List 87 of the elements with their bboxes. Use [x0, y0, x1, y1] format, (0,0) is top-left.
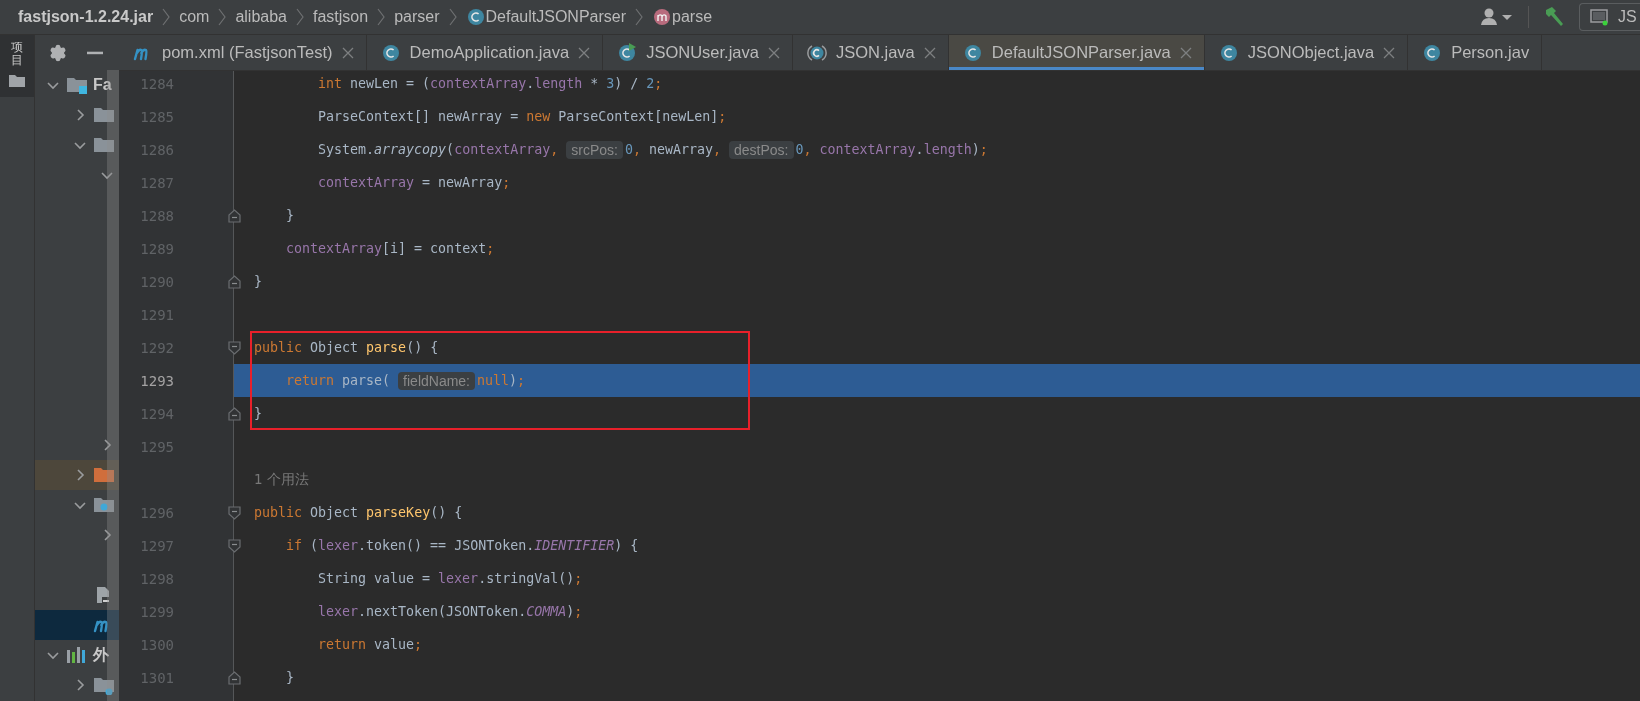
fold-end-marker-icon[interactable]: [228, 275, 241, 289]
fold-end-marker-icon[interactable]: [228, 209, 241, 223]
fold-end-marker-icon[interactable]: [228, 671, 241, 685]
tab-label[interactable]: JSON.java: [835, 43, 915, 62]
code-line: }: [254, 406, 262, 421]
class-icon: [962, 42, 983, 63]
breadcrumb-item[interactable]: alibaba: [235, 8, 287, 26]
library-icon: [66, 645, 88, 665]
chevron-right-icon: [448, 8, 457, 26]
fold-marker-icon[interactable]: [228, 539, 241, 553]
folder-icon: [93, 135, 115, 155]
chevron-right-icon: [162, 8, 171, 26]
breadcrumb-item[interactable]: parse: [672, 8, 713, 26]
tab-label[interactable]: DefaultJSONParser.java: [991, 43, 1171, 62]
class-icon: [1218, 42, 1239, 63]
breadcrumb-item[interactable]: com: [179, 8, 210, 26]
folder-icon: [93, 105, 115, 125]
project-tool-button[interactable]: 项目: [0, 35, 34, 98]
code-line: contextArray[i] = context;: [286, 241, 495, 256]
editor-tab[interactable]: pom.xml (FastjsonTest): [119, 35, 367, 70]
code-line: System.arraycopy(contextArray, srcPos: 0, newArray, destPos: 0, contextArray.length);: [318, 140, 988, 159]
line-number: 1293: [140, 372, 174, 389]
tab-label[interactable]: JSONUser.java: [646, 43, 759, 62]
editor-tab[interactable]: DefaultJSONParser.java: [948, 35, 1205, 70]
code-line: ParseContext[] newArray = new ParseContext[newLen];: [318, 109, 727, 124]
close-icon[interactable]: [1179, 46, 1192, 59]
user-icon[interactable]: [1480, 7, 1514, 27]
breadcrumb-item[interactable]: DefaultJSONParser: [485, 8, 626, 26]
chevron-right-icon: [218, 8, 227, 26]
tree-row[interactable]: [35, 610, 119, 640]
monitor-icon: [1590, 8, 1608, 26]
tree-item-label[interactable]: 外: [93, 644, 109, 666]
tree-row[interactable]: [35, 460, 119, 490]
editor-tab[interactable]: DemoApplication.java: [366, 35, 604, 70]
chevron-right-icon: [377, 8, 386, 26]
folder-icon: [93, 465, 115, 485]
close-icon[interactable]: [578, 46, 591, 59]
code-line: public Object parse() {: [254, 340, 439, 355]
class-icon: [380, 42, 401, 63]
editor-tab[interactable]: Person.jav: [1408, 35, 1543, 70]
fold-marker-icon[interactable]: [228, 506, 241, 520]
folder-icon: [93, 675, 115, 695]
breadcrumb-item[interactable]: parser: [394, 8, 440, 26]
folder-icon: [93, 495, 115, 515]
editor-tab[interactable]: JSON.java: [792, 35, 949, 70]
hammer-icon[interactable]: [1543, 6, 1565, 28]
module-folder-icon: [66, 75, 88, 95]
tree-item-label[interactable]: Fa: [93, 76, 112, 94]
class-run-icon: [617, 42, 638, 63]
minimize-icon[interactable]: [87, 50, 103, 55]
code-line: String value = lexer.stringVal();: [318, 571, 583, 586]
code-line: public Object parseKey() {: [254, 505, 463, 520]
class-icon: [1422, 42, 1443, 63]
tab-label[interactable]: DemoApplication.java: [409, 43, 570, 62]
folder-icon: [8, 73, 26, 90]
fold-marker-icon[interactable]: [228, 341, 241, 355]
close-icon[interactable]: [923, 46, 936, 59]
close-icon[interactable]: [1383, 46, 1396, 59]
close-icon[interactable]: [767, 46, 780, 59]
editor-tab[interactable]: JSONObject.java: [1204, 35, 1409, 70]
settings-icon[interactable]: [49, 43, 67, 62]
code-editor[interactable]: [119, 71, 1640, 701]
breadcrumb-item[interactable]: fastjson-1.2.24.jar: [18, 8, 154, 26]
code-line: return parse( fieldName: null);: [286, 371, 526, 390]
code-line: }: [286, 208, 294, 223]
class-icon: [465, 7, 486, 27]
editor-tab[interactable]: JSONUser.java: [603, 35, 793, 70]
code-line: int newLen = (contextArray.length * 3) / 2;: [318, 76, 663, 91]
tab-label[interactable]: Person.jav: [1451, 43, 1530, 62]
chevron-right-icon: [635, 8, 643, 26]
fold-end-marker-icon[interactable]: [228, 407, 241, 421]
method-icon: [652, 7, 672, 27]
usages-hint[interactable]: 1 个用法: [254, 470, 309, 489]
code-line: contextArray = newArray;: [318, 175, 511, 190]
tree-row[interactable]: Fa: [35, 70, 119, 100]
code-line: if (lexer.token() == JSONToken.IDENTIFIER) {: [286, 538, 639, 553]
abstract-class-icon: [806, 42, 827, 63]
tab-label[interactable]: JSONObject.java: [1247, 43, 1375, 62]
chevron-right-icon: [296, 8, 304, 26]
close-icon[interactable]: [341, 46, 354, 59]
code-line: }: [286, 670, 294, 685]
breadcrumb-item[interactable]: fastjson: [313, 8, 369, 26]
code-line: return value;: [318, 637, 423, 652]
code-line: lexer.nextToken(JSONToken.COMMA);: [318, 604, 583, 619]
tab-label[interactable]: pom.xml (FastjsonTest): [162, 43, 333, 62]
tree-row[interactable]: 外: [35, 640, 119, 670]
code-line: }: [254, 274, 262, 289]
